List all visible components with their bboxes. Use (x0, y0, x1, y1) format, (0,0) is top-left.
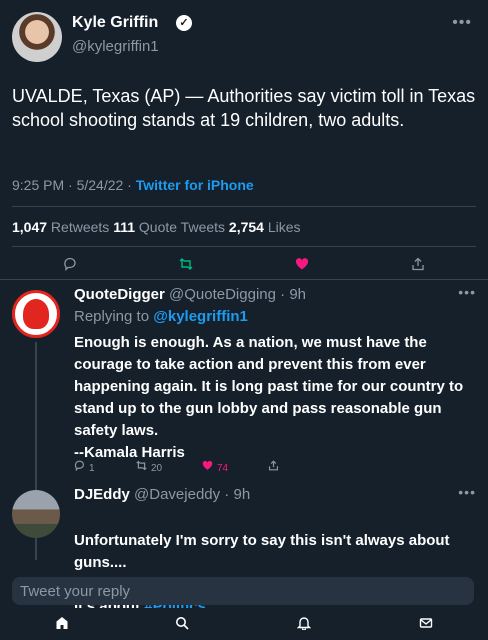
retweets-label[interactable]: Retweets (47, 219, 113, 235)
reply-author[interactable]: QuoteDigger @QuoteDigging · 9h (74, 286, 306, 303)
replying-to-mention[interactable]: @kylegriffin1 (153, 308, 248, 325)
home-icon[interactable] (52, 616, 72, 634)
messages-icon[interactable] (416, 616, 436, 634)
more-options-icon[interactable]: ••• (458, 284, 476, 300)
engagement-stats: 1,047 Retweets 111 Quote Tweets 2,754 Li… (12, 219, 301, 235)
reply-author-name[interactable]: DJEddy (74, 486, 130, 503)
reply-time: · 9h (220, 486, 251, 503)
divider (12, 206, 476, 207)
heart-icon[interactable]: 74 (202, 460, 228, 474)
replying-to-prefix: Replying to (74, 308, 154, 325)
heart-icon[interactable] (292, 257, 312, 274)
reply-actions: 1 20 74 (74, 460, 294, 476)
more-options-icon[interactable]: ••• (452, 14, 472, 32)
likes-label[interactable]: Likes (264, 219, 301, 235)
retweet-count[interactable]: 1,047 (12, 219, 47, 235)
bottom-nav (0, 608, 488, 640)
retweet-count: 20 (151, 463, 163, 474)
share-icon[interactable] (408, 257, 428, 274)
reply-input-placeholder: Tweet your reply (20, 583, 131, 600)
author-handle[interactable]: @kylegriffin1 (72, 38, 159, 55)
tweet-header: Kyle Griffin ✓ @kylegriffin1 ••• (12, 12, 476, 64)
verified-badge-icon: ✓ (176, 15, 192, 31)
tweet-actions (0, 253, 488, 279)
comment-icon[interactable]: 1 (74, 460, 95, 474)
tweet-text: UVALDE, Texas (AP) — Authorities say vic… (12, 86, 476, 130)
reply-author-name[interactable]: QuoteDigger (74, 286, 165, 303)
reply-input[interactable]: Tweet your reply (12, 577, 474, 605)
like-count[interactable]: 2,754 (229, 219, 264, 235)
tweet-meta: 9:25 PM · 5/24/22 · Twitter for iPhone (12, 177, 254, 193)
divider (12, 246, 476, 247)
reply-time: · 9h (275, 286, 306, 303)
tweet-timestamp[interactable]: 9:25 PM · 5/24/22 · (12, 177, 136, 193)
author-name[interactable]: Kyle Griffin (72, 14, 158, 32)
avatar[interactable] (12, 290, 60, 338)
more-options-icon[interactable]: ••• (458, 484, 476, 500)
reply-text: Enough is enough. As a nation, we must h… (74, 334, 464, 461)
reply-author-handle[interactable]: @QuoteDigging (169, 286, 276, 303)
retweet-icon[interactable]: 20 (136, 460, 162, 474)
quote-tweet-count[interactable]: 111 (113, 219, 135, 235)
avatar[interactable] (12, 490, 60, 538)
divider (0, 279, 488, 280)
comment-icon[interactable] (60, 257, 80, 274)
reply-count: 1 (89, 463, 95, 474)
reply-author[interactable]: DJEddy @Davejeddy · 9h (74, 486, 250, 503)
search-icon[interactable] (172, 616, 192, 634)
tweet-source-link[interactable]: Twitter for iPhone (136, 177, 254, 193)
avatar[interactable] (12, 12, 62, 62)
share-icon[interactable] (268, 460, 279, 474)
reply-text-line: Unfortunately I'm sorry to say this isn'… (74, 532, 450, 571)
quote-tweets-label[interactable]: Quote Tweets (135, 219, 229, 235)
notifications-icon[interactable] (294, 616, 314, 634)
like-count: 74 (217, 463, 229, 474)
retweet-icon[interactable] (176, 257, 196, 274)
reply-author-handle[interactable]: @Davejeddy (134, 486, 220, 503)
replying-to: Replying to @kylegriffin1 (74, 308, 248, 325)
